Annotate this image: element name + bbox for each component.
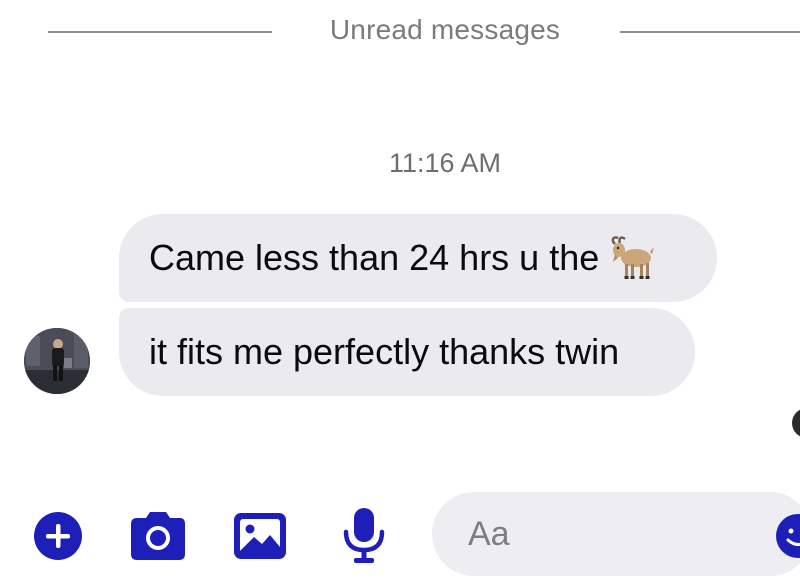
smiley-icon	[778, 516, 800, 556]
sender-avatar[interactable]	[24, 328, 90, 394]
message-text: Came less than 24 hrs u the	[149, 237, 600, 278]
message-input-placeholder: Aa	[468, 514, 510, 553]
divider-line-right	[620, 31, 800, 33]
message-text: it fits me perfectly thanks twin	[149, 331, 620, 372]
voice-button[interactable]	[334, 506, 394, 566]
message-bubble[interactable]: Came less than 24 hrs u the	[119, 214, 717, 302]
message-composer: Aa	[0, 492, 800, 584]
gallery-button[interactable]	[230, 506, 290, 566]
message-input[interactable]: Aa	[432, 492, 800, 576]
unread-divider: Unread messages	[0, 14, 800, 54]
emoji-button[interactable]	[776, 514, 800, 558]
divider-line-left	[48, 31, 272, 33]
camera-icon	[131, 512, 185, 560]
add-icon	[34, 512, 82, 560]
goat-emoji-icon	[609, 236, 657, 280]
camera-button[interactable]	[128, 506, 188, 566]
add-button[interactable]	[28, 506, 88, 566]
photo-icon	[234, 513, 286, 559]
chat-screen: Unread messages 11:16 AM Came less than …	[0, 0, 800, 584]
message-bubble[interactable]: it fits me perfectly thanks twin	[119, 308, 695, 396]
partial-avatar	[792, 408, 800, 438]
unread-messages-label: Unread messages	[329, 14, 561, 45]
microphone-icon	[343, 508, 385, 563]
message-timestamp: 11:16 AM	[388, 148, 502, 178]
